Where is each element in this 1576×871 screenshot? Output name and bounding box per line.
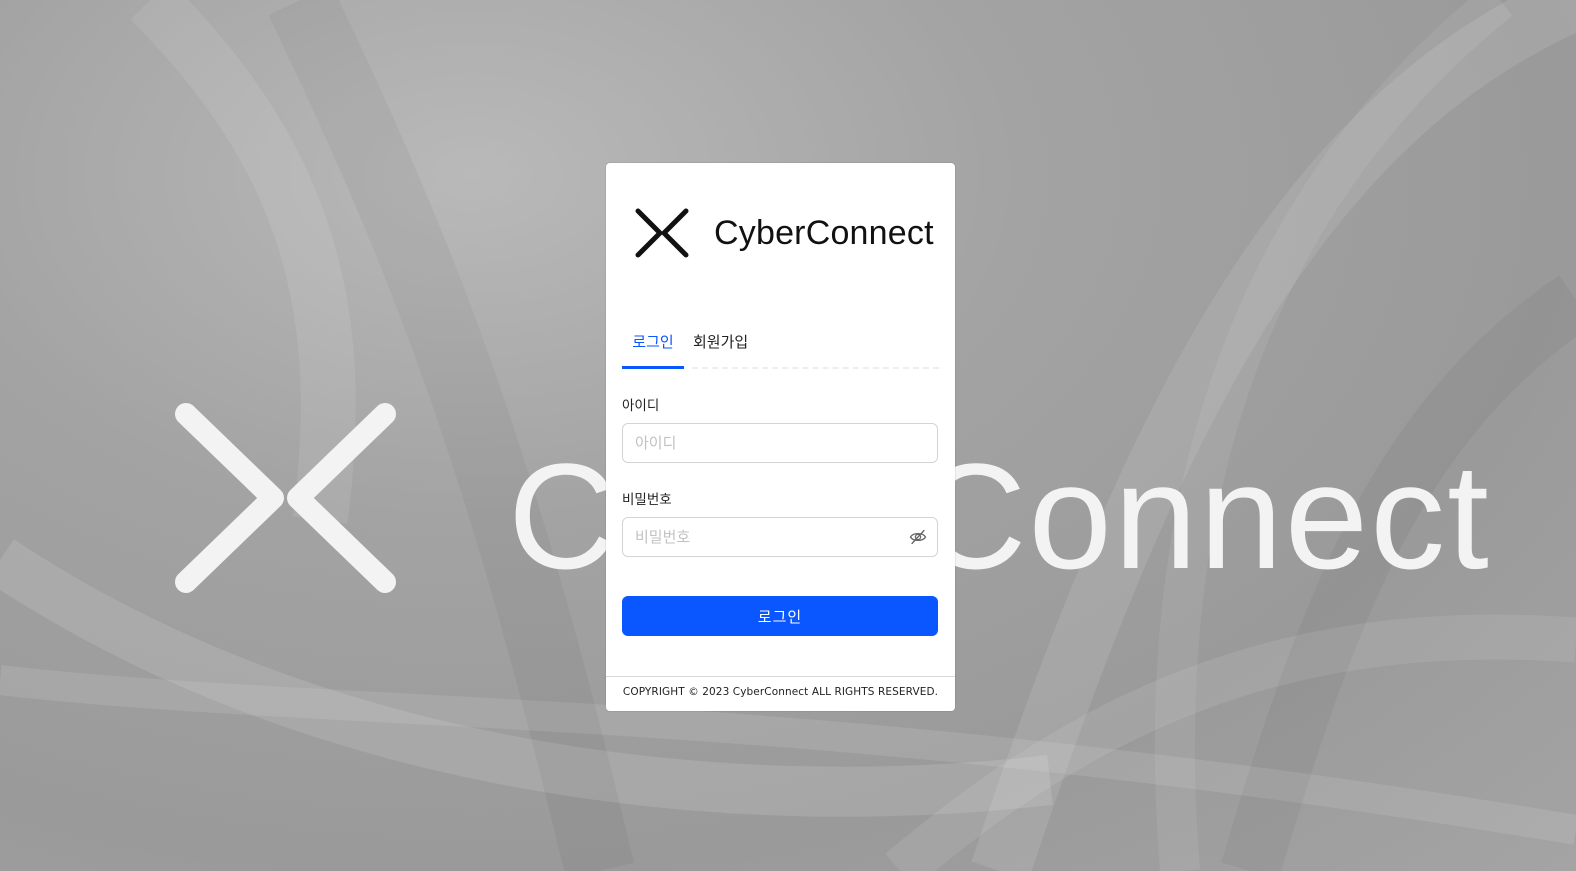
tab-signup[interactable]: 회원가입 [693,331,748,353]
brand-name: CyberConnect [714,214,934,252]
active-tab-indicator [622,366,684,369]
id-input[interactable] [623,424,907,462]
id-label: 아이디 [622,398,660,414]
password-field-container [622,517,938,557]
password-label: 비밀번호 [622,492,672,508]
cyberconnect-logo-icon [635,208,689,258]
brand-logo: CyberConnect [634,207,934,259]
footer-copyright: COPYRIGHT © 2023 CyberConnect ALL RIGHTS… [606,676,955,711]
login-card: CyberConnect 로그인 회원가입 아이디 비밀번호 로그인 COPYR… [606,163,955,711]
background-logo-mark-icon [175,403,396,593]
tab-login[interactable]: 로그인 [622,331,684,353]
tabs-divider [692,367,939,369]
password-input[interactable] [623,518,907,556]
login-button[interactable]: 로그인 [622,596,938,636]
id-field-container [622,423,938,463]
eye-slash-icon[interactable] [909,529,927,545]
auth-tabs: 로그인 회원가입 [622,323,939,369]
